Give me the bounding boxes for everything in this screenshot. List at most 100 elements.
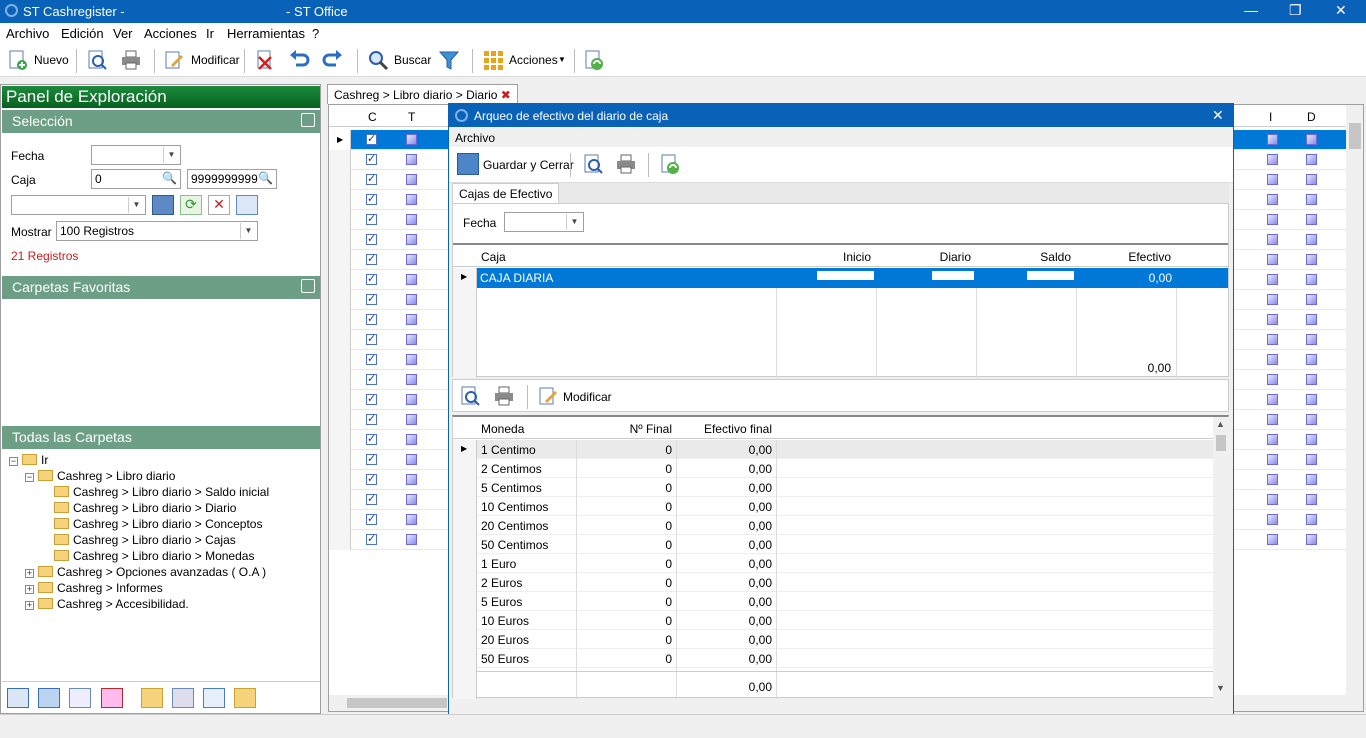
checkbox-t[interactable]	[406, 374, 417, 385]
checkbox-i[interactable]	[1267, 234, 1278, 245]
seleccion-header[interactable]: Selección	[2, 110, 320, 133]
close-button[interactable]: ✕	[1335, 2, 1347, 19]
dialog-menu-archivo[interactable]: Archivo	[455, 131, 495, 145]
refresh-icon[interactable]: ⟳	[180, 195, 202, 215]
checkbox-i[interactable]	[1267, 374, 1278, 385]
checkbox-d[interactable]	[1306, 474, 1317, 485]
checkbox-c[interactable]	[366, 192, 377, 205]
checkbox-i[interactable]	[1267, 514, 1278, 525]
col-efectivo[interactable]: Efectivo	[1076, 250, 1171, 264]
chevron-down-icon[interactable]: ▼	[128, 197, 144, 213]
checkbox-t[interactable]	[406, 334, 417, 345]
checkbox-c[interactable]	[366, 532, 377, 545]
tree-item-informes[interactable]: + Cashreg > Informes	[25, 581, 163, 595]
checkbox-t[interactable]	[406, 314, 417, 325]
checkbox-i[interactable]	[1267, 334, 1278, 345]
moneda-row[interactable]: 20 Centimos 0 0,00	[477, 516, 1213, 535]
checkbox-i[interactable]	[1267, 354, 1278, 365]
checkbox-c[interactable]	[366, 272, 377, 285]
refresh-icon[interactable]	[583, 49, 605, 71]
tab-close-icon[interactable]: ✖	[501, 88, 511, 102]
nuevo-button[interactable]: Nuevo	[34, 53, 69, 67]
checkbox-t[interactable]	[406, 514, 417, 525]
menu-ver[interactable]: Ver	[113, 26, 133, 41]
clear-icon[interactable]: ✕	[208, 195, 230, 215]
filter-combo[interactable]: ▼	[11, 195, 146, 215]
dialog-fecha-combo[interactable]: ▼	[504, 212, 584, 232]
checkbox-t[interactable]	[406, 394, 417, 405]
tree-item-conceptos[interactable]: Cashreg > Libro diario > Conceptos	[54, 517, 262, 531]
moneda-row[interactable]: 5 Centimos 0 0,00	[477, 478, 1213, 497]
checkbox-d[interactable]	[1306, 374, 1317, 385]
mostrar-combo[interactable]: 100 Registros ▼	[56, 221, 258, 241]
col-inicio[interactable]: Inicio	[776, 250, 871, 264]
contact-icon[interactable]	[69, 688, 91, 708]
checkbox-i[interactable]	[1267, 314, 1278, 325]
chevron-down-icon[interactable]: ▼	[240, 223, 256, 239]
monedas-modificar-button[interactable]: Modificar	[563, 390, 612, 404]
checkbox-d[interactable]	[1306, 414, 1317, 425]
col-n-final[interactable]: Nº Final	[577, 422, 672, 436]
checkbox-c[interactable]	[366, 432, 377, 445]
menu-help[interactable]: ?	[312, 26, 319, 41]
guardar-button[interactable]: Guardar y Cerrar	[483, 158, 574, 172]
collapse-icon[interactable]: −	[25, 473, 34, 482]
tree-item-accesibilidad[interactable]: + Cashreg > Accesibilidad.	[25, 597, 189, 611]
checkbox-c[interactable]	[366, 292, 377, 305]
acciones-dropdown-icon[interactable]: ▼	[558, 55, 566, 64]
preview-icon[interactable]	[86, 49, 108, 71]
checkbox-i[interactable]	[1267, 474, 1278, 485]
checkbox-i[interactable]	[1267, 254, 1278, 265]
new-document-icon[interactable]	[7, 49, 29, 71]
checkbox-c[interactable]	[366, 352, 377, 365]
checkbox-d[interactable]	[1306, 154, 1317, 165]
calendar-icon[interactable]	[152, 195, 174, 215]
checkbox-i[interactable]	[1267, 294, 1278, 305]
grid-icon[interactable]	[38, 688, 60, 708]
checkbox-d[interactable]	[1306, 514, 1317, 525]
moneda-row[interactable]: 1 Centimo 0 0,00	[477, 440, 1213, 459]
tree-item-ir[interactable]: − Ir	[9, 453, 48, 467]
moneda-row[interactable]: 1 Euro 0 0,00	[477, 554, 1213, 573]
checkbox-c[interactable]	[366, 312, 377, 325]
search-icon[interactable]: 🔍	[258, 171, 273, 185]
collapse-icon[interactable]: −	[9, 457, 18, 466]
buscar-button[interactable]: Buscar	[394, 53, 431, 67]
checkbox-t[interactable]	[406, 494, 417, 505]
redo-icon[interactable]	[322, 49, 344, 71]
menu-edicion[interactable]: Edición	[61, 26, 104, 41]
scroll-up-icon[interactable]: ▲	[1216, 419, 1225, 429]
col-efectivo-final[interactable]: Efectivo final	[677, 422, 772, 436]
modificar-button[interactable]: Modificar	[191, 53, 240, 67]
checkbox-c[interactable]	[366, 152, 377, 165]
checkbox-d[interactable]	[1306, 254, 1317, 265]
checkbox-c[interactable]	[366, 212, 377, 225]
favoritas-header[interactable]: Carpetas Favoritas	[2, 276, 320, 299]
tab-cajas-efectivo[interactable]: Cajas de Efectivo	[452, 183, 560, 204]
checkbox-t[interactable]	[406, 274, 417, 285]
checkbox-i[interactable]	[1267, 174, 1278, 185]
checkbox-i[interactable]	[1267, 414, 1278, 425]
checkbox-t[interactable]	[406, 254, 417, 265]
checkbox-c[interactable]	[366, 392, 377, 405]
checkbox-c[interactable]	[366, 252, 377, 265]
search-icon[interactable]: 🔍	[162, 171, 177, 185]
checkbox-c[interactable]	[366, 332, 377, 345]
moneda-row[interactable]: 20 Euros 0 0,00	[477, 630, 1213, 649]
checkbox-i[interactable]	[1267, 214, 1278, 225]
save-icon[interactable]	[236, 195, 258, 215]
checkbox-t[interactable]	[406, 354, 417, 365]
col-t[interactable]: T	[408, 110, 415, 124]
collapse-icon[interactable]	[301, 279, 315, 293]
checkbox-t[interactable]	[406, 454, 417, 465]
checkbox-d[interactable]	[1306, 274, 1317, 285]
edit-icon[interactable]	[163, 49, 185, 71]
checkbox-d[interactable]	[1306, 174, 1317, 185]
todas-header[interactable]: Todas las Carpetas	[2, 426, 320, 449]
checkbox-t[interactable]	[406, 134, 417, 145]
actions-grid-icon[interactable]	[482, 49, 504, 71]
checkbox-d[interactable]	[1306, 314, 1317, 325]
checkbox-d[interactable]	[1306, 134, 1317, 145]
moneda-row[interactable]: 5 Euros 0 0,00	[477, 592, 1213, 611]
scroll-thumb[interactable]	[1349, 123, 1361, 149]
